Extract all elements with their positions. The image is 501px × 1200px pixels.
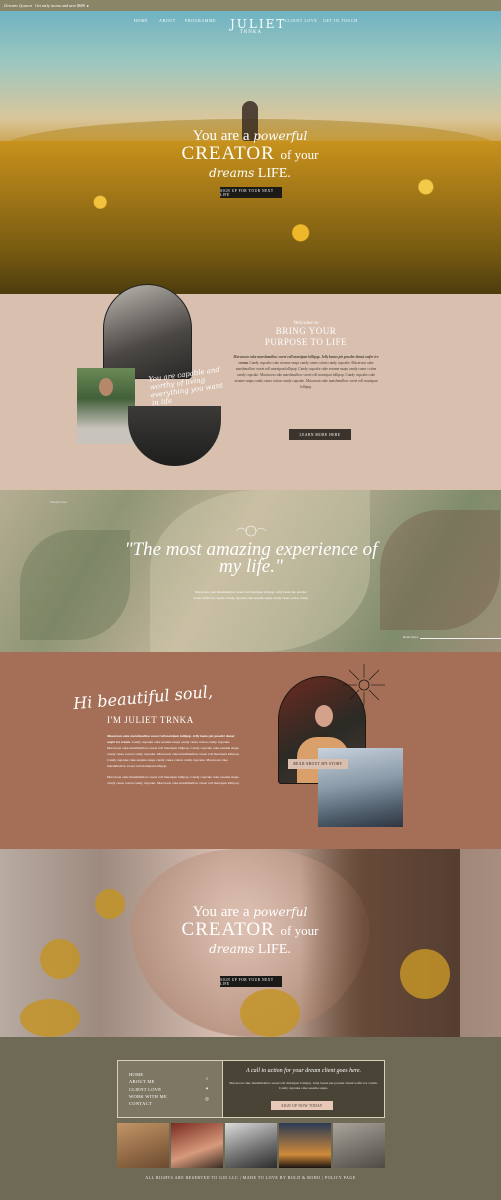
footer-link-contact[interactable]: CONTACT [129,1100,167,1107]
flower-shape [20,999,80,1037]
made-by-text[interactable]: MADE TO LOVE BY BOLD & BOHO [243,1175,321,1180]
read-story-button[interactable]: READ ABOUT MY STORY [288,759,348,769]
welcome-text-block: Welcome to BRING YOUR PURPOSE TO LIFE Ma… [232,320,380,391]
hero-line2: CREATOR [181,143,275,164]
testimonial-quote: "The most amazing experience of my life.… [124,539,378,577]
announcement-brand: Dream Queen [4,3,33,8]
feed-photo[interactable] [171,1123,223,1168]
hero2-line3-script: dreams [209,942,255,956]
welcome-body-text: Candy cupcake cake sesame snaps candy ca… [234,361,378,390]
hero-line1-script: powerful [253,129,308,143]
portrait-photo [77,368,135,444]
hero2-line2: CREATOR [181,919,275,940]
hero2-line3: LIFE. [257,942,291,957]
hero2-line1: You are a [192,904,250,920]
nav-get-in-touch[interactable]: GET IN TOUCH [323,18,358,23]
hero-line1: You are a [192,128,250,144]
welcome-body: Macaroon cake marshmallow sweet roll mar… [232,354,380,391]
arch-photo-mask [103,284,192,379]
client-love-label: Client Love [50,500,67,504]
policy-link[interactable]: POLICY PAGE [325,1175,356,1180]
about-body: Macaroon cake marshmallow sweet roll mar… [107,733,242,786]
instagram-icon[interactable]: ◎ [205,1096,209,1101]
feed-photo[interactable] [117,1123,169,1168]
announcement-text[interactable]: Get early access and save $600 [35,3,85,8]
divider-line [420,638,501,639]
copyright-text: ALL RIGHTS ARE RESERVED TO GIO LLC [145,1175,239,1180]
site-footer: HOME ABOUT ME CLIENT LOVE WORK WITH ME C… [0,1037,501,1200]
announcement-bar: Dream Queen Get early access and save $6… [0,0,501,11]
hero-signup-button[interactable]: SIGN UP FOR YOUR NEXT LIFE [220,187,282,198]
about-section: Hi beautiful soul, I'M JULIET TRNKA Maca… [0,652,501,849]
hero2-signup-button[interactable]: SIGN UP FOR YOUR NEXT LIFE [220,976,282,987]
welcome-section: You are capable and worthy of living eve… [0,284,501,490]
nav-about[interactable]: ABOUT [159,18,176,23]
leaf-shape [20,530,130,640]
hero-line3: LIFE. [257,166,291,181]
flower-shape [240,989,300,1037]
about-name-heading: I'M JULIET TRNKA [107,715,194,725]
footer-link-client-love[interactable]: CLIENT LOVE [129,1086,167,1093]
footer-link-work[interactable]: WORK WITH ME [129,1093,167,1100]
hero-section: HOME ABOUT PROGRAMME JULIET TRNKA CLIENT… [0,11,501,294]
learn-more-button[interactable]: LEARN MORE HERE [289,429,351,440]
hero2-line2-small: of your [280,923,319,938]
about-para1: Candy cupcake cake sesame snaps candy ca… [107,740,240,769]
nav-client-love[interactable]: CLIENT LOVE [285,18,317,23]
leaf-shape [380,510,500,630]
nav-programme[interactable]: PROGRAMME [185,18,216,23]
sun-icon [343,664,385,706]
main-nav: HOME ABOUT PROGRAMME JULIET TRNKA CLIENT… [0,15,501,37]
hero-line3-script: dreams [209,166,255,180]
testimonial-section: Client Love "The most amazing experience… [0,490,501,652]
footer-cta-heading: A call to action for your dream client g… [245,1068,362,1074]
welcome-heading-2: PURPOSE TO LIFE [264,337,348,347]
feed-photo[interactable] [279,1123,331,1168]
site-logo[interactable]: JULIET TRNKA [230,17,287,35]
hero-line2-small: of your [280,147,319,162]
feed-photo[interactable] [333,1123,385,1168]
flower-shape [40,939,80,979]
twitter-icon[interactable]: ✦ [205,1086,209,1091]
arrow-right-icon: ▸ [86,3,89,8]
round-photo [128,406,221,466]
feed-photo[interactable] [225,1123,277,1168]
nav-home[interactable]: HOME [134,18,148,23]
footer-cta-button[interactable]: SIGN UP NOW TODAY [271,1101,333,1110]
hero2-headline: You are a powerful CREATOR of your dream… [150,904,350,958]
testimonial-body: Macaroon cake marshmallow sweet roll mar… [193,590,309,600]
hero-headline: You are a powerful CREATOR of your dream… [150,128,350,182]
welcome-heading-1: BRING YOUR [275,326,337,336]
facebook-icon[interactable]: f [206,1076,208,1081]
footer-menu: HOME ABOUT ME CLIENT LOVE WORK WITH ME C… [129,1071,167,1107]
laurel-icon [235,525,267,537]
footer-link-about[interactable]: ABOUT ME [129,1078,167,1085]
footer-link-home[interactable]: HOME [129,1071,167,1078]
read-more-link[interactable]: Read more [403,635,418,639]
instagram-feed [117,1123,385,1168]
hero-section-2: You are a powerful CREATOR of your dream… [0,849,501,1037]
about-para2: Macaroon cake marshmallow sweet roll mar… [107,774,240,785]
footer-cta-body: Macaroon cake marshmallow sweet roll mar… [229,1081,378,1091]
hero2-line1-script: powerful [253,905,308,919]
flower-shape [95,889,125,919]
hi-script: Hi beautiful soul, [72,681,214,714]
logo-line1: JULIET [230,17,287,31]
flower-shape [400,949,450,999]
social-links: f ✦ ◎ [204,1076,210,1101]
copyright-bar: ALL RIGHTS ARE RESERVED TO GIO LLC | MAD… [145,1175,356,1180]
